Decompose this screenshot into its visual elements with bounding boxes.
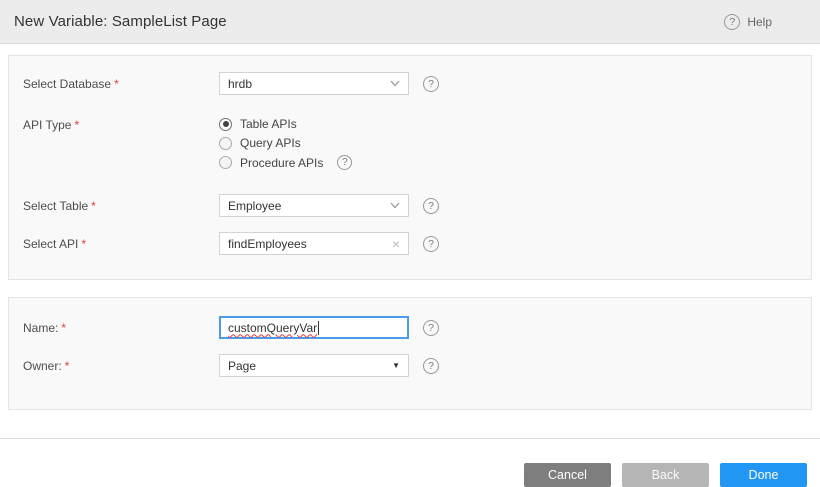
chevron-down-icon: [390, 202, 400, 209]
back-button[interactable]: Back: [622, 463, 709, 487]
api-type-label: API Type*: [23, 113, 219, 132]
api-help-icon[interactable]: ?: [423, 236, 439, 252]
help-link-label: Help: [747, 15, 772, 29]
radio-procedure-apis[interactable]: Procedure APIs ?: [219, 155, 352, 170]
required-asterisk: *: [114, 77, 119, 91]
owner-label: Owner:*: [23, 354, 219, 373]
radio-query-apis-label: Query APIs: [240, 136, 301, 150]
name-input[interactable]: customQueryVar: [219, 316, 409, 339]
api-type-row: API Type* Table APIs Query APIs Procedur…: [23, 113, 797, 170]
cancel-button[interactable]: Cancel: [524, 463, 611, 487]
api-type-radio-group: Table APIs Query APIs Procedure APIs ?: [219, 113, 352, 170]
radio-query-apis[interactable]: Query APIs: [219, 136, 352, 150]
radio-unselected-icon: [219, 137, 232, 150]
name-help-icon[interactable]: ?: [423, 320, 439, 336]
radio-table-apis[interactable]: Table APIs: [219, 117, 352, 131]
select-table-row: Select Table* Employee ?: [23, 194, 797, 217]
chevron-down-icon: [390, 80, 400, 87]
table-select[interactable]: Employee: [219, 194, 409, 217]
api-input[interactable]: findEmployees ×: [219, 232, 409, 255]
required-asterisk: *: [65, 359, 70, 373]
database-select[interactable]: hrdb: [219, 72, 409, 95]
required-asterisk: *: [81, 237, 86, 251]
required-asterisk: *: [61, 321, 66, 335]
select-table-label: Select Table*: [23, 194, 219, 213]
done-button[interactable]: Done: [720, 463, 807, 487]
radio-table-apis-label: Table APIs: [240, 117, 297, 131]
table-help-icon[interactable]: ?: [423, 198, 439, 214]
radio-procedure-apis-label: Procedure APIs: [240, 156, 323, 170]
name-input-value: customQueryVar: [228, 321, 317, 335]
radio-selected-icon: [219, 118, 232, 131]
help-link[interactable]: ? Help: [724, 14, 772, 30]
page-title: New Variable: SampleList Page: [14, 13, 227, 30]
help-question-icon: ?: [724, 14, 740, 30]
footer-divider: [0, 438, 820, 439]
select-database-row: Select Database* hrdb ?: [23, 72, 797, 95]
clear-icon[interactable]: ×: [392, 237, 400, 251]
owner-select-value: Page: [228, 359, 256, 373]
api-input-value: findEmployees: [228, 237, 307, 251]
select-api-row: Select API* findEmployees × ?: [23, 232, 797, 255]
required-asterisk: *: [91, 199, 96, 213]
select-api-label: Select API*: [23, 232, 219, 251]
select-database-label: Select Database*: [23, 72, 219, 91]
footer-actions: Cancel Back Done: [0, 447, 820, 487]
procedure-apis-help-icon[interactable]: ?: [337, 155, 352, 170]
dialog-header: New Variable: SampleList Page ? Help: [0, 0, 820, 44]
radio-unselected-icon: [219, 156, 232, 169]
text-caret: [318, 321, 319, 335]
service-config-panel: Select Database* hrdb ? API Type* Table …: [8, 55, 812, 280]
owner-help-icon[interactable]: ?: [423, 358, 439, 374]
select-arrow-icon: ▼: [392, 361, 400, 370]
variable-props-panel: Name:* customQueryVar ? Owner:* Page ▼ ?: [8, 297, 812, 410]
database-help-icon[interactable]: ?: [423, 76, 439, 92]
database-select-value: hrdb: [228, 77, 252, 91]
required-asterisk: *: [74, 118, 79, 132]
table-select-value: Employee: [228, 199, 281, 213]
name-label: Name:*: [23, 316, 219, 335]
owner-select[interactable]: Page ▼: [219, 354, 409, 377]
owner-row: Owner:* Page ▼ ?: [23, 354, 797, 377]
name-row: Name:* customQueryVar ?: [23, 316, 797, 339]
